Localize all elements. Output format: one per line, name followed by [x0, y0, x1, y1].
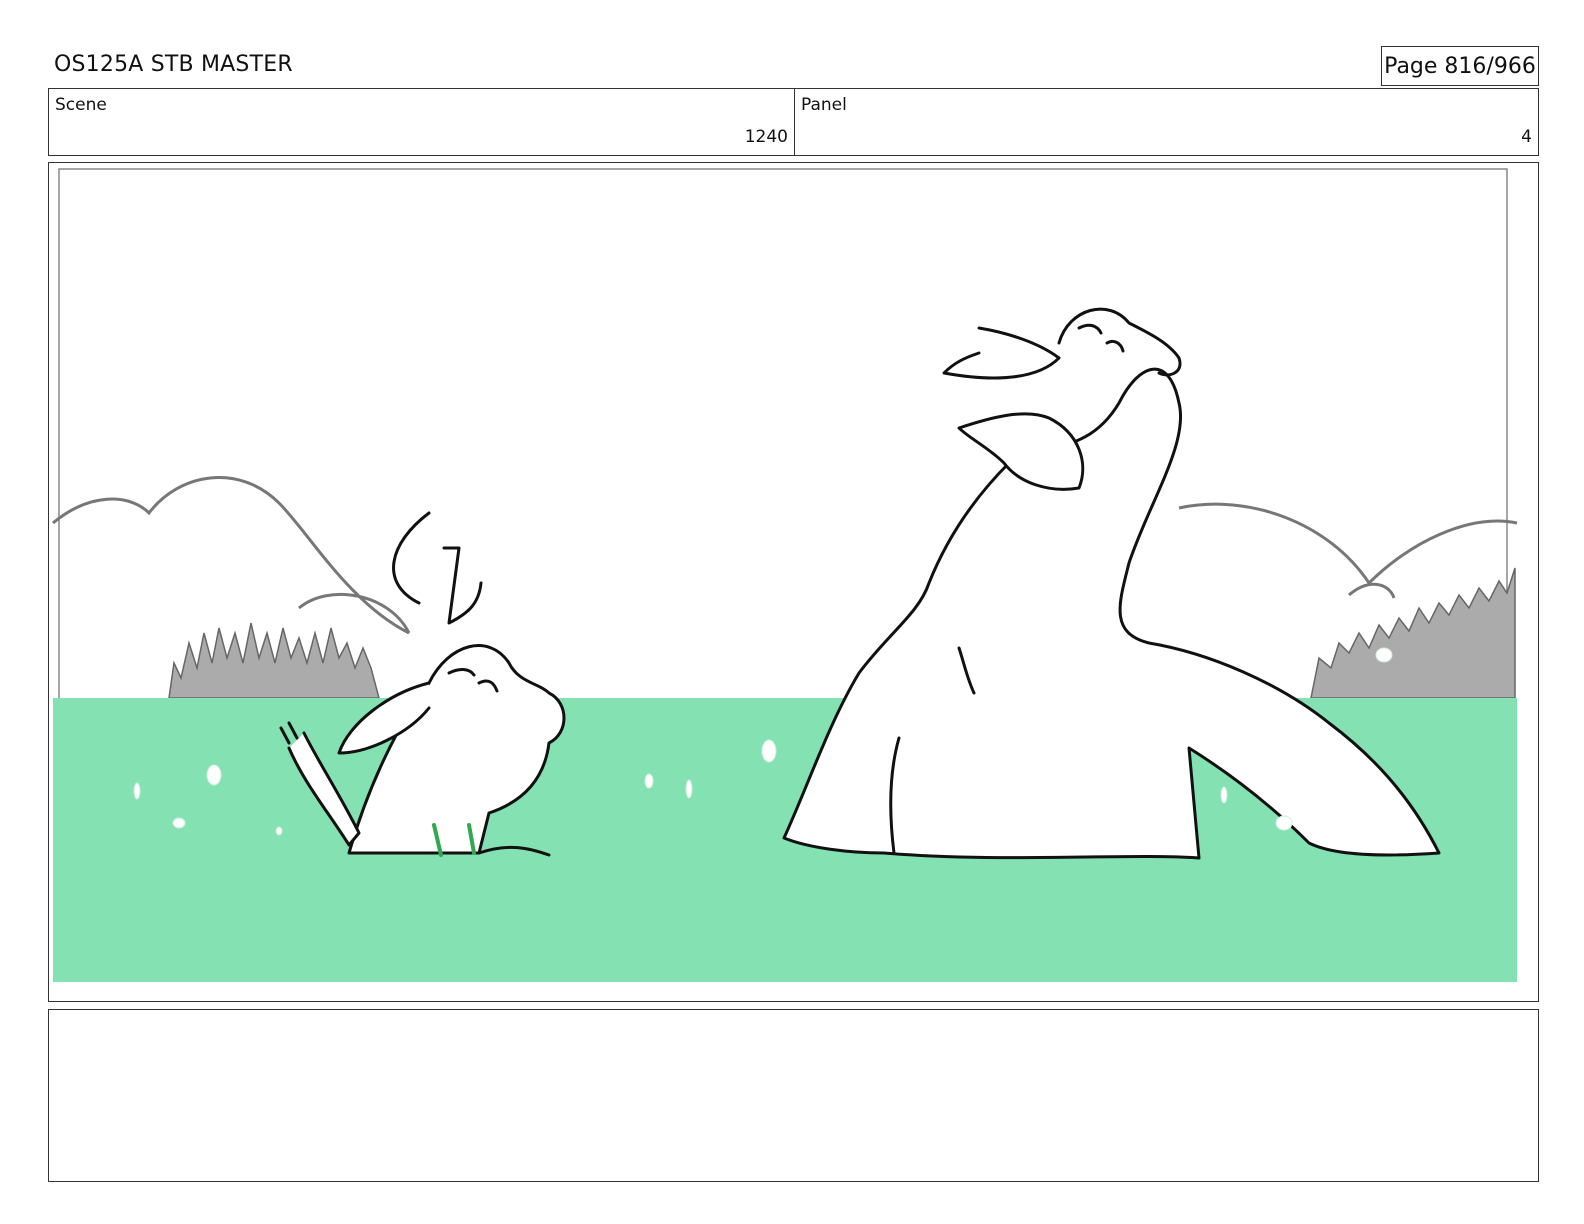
hill-outline-left-small: [298, 592, 411, 634]
hill-outline-left: [52, 476, 410, 635]
panel-number: 4: [1521, 127, 1532, 147]
tree-line-left: [168, 622, 380, 699]
big-creature-character: [782, 307, 1441, 860]
storyboard-frame: [48, 162, 1539, 1002]
scene-number: 1240: [744, 127, 788, 147]
notes-box: [48, 1009, 1539, 1182]
page-number: Page 816/966: [1381, 46, 1539, 86]
tree-line-right: [1310, 567, 1516, 699]
panel-label: Panel: [801, 95, 847, 115]
hill-outline-right-small: [1348, 583, 1396, 599]
panel-cell: Panel 4: [795, 89, 1538, 155]
document-title: OS125A STB MASTER: [54, 52, 293, 77]
hill-outline-right: [1178, 502, 1518, 586]
storyboard-drawing: [52, 168, 1518, 982]
scene-cell: Scene 1240: [49, 89, 795, 155]
scene-panel-info: Scene 1240 Panel 4: [48, 88, 1539, 156]
scene-label: Scene: [55, 95, 107, 115]
